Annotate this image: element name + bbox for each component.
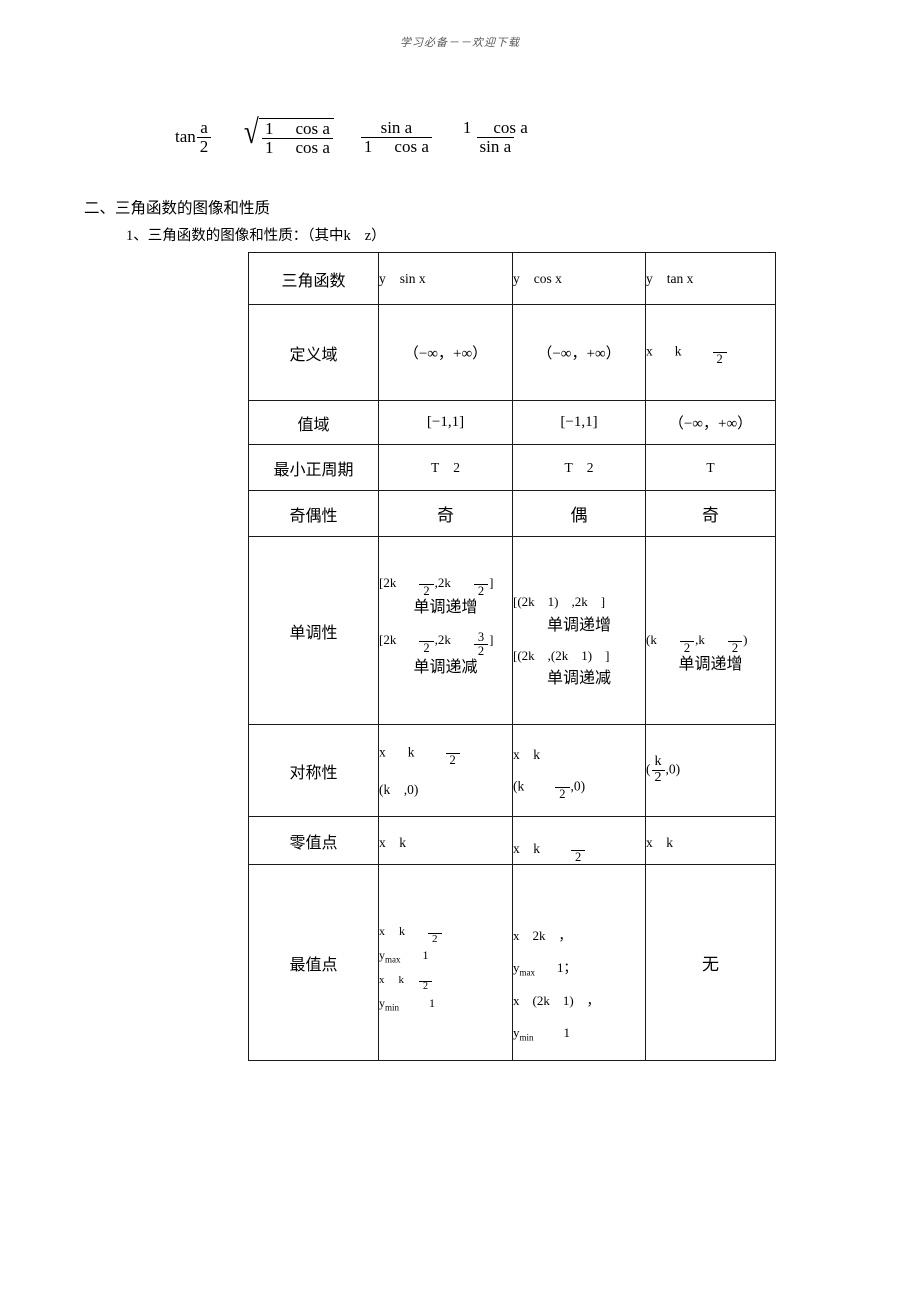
third-denominator: sin a: [476, 136, 515, 156]
extrema-sin-max-x: xk2: [380, 919, 512, 944]
sin-decreasing-label: 单调递减: [413, 659, 478, 677]
table-row-parity: 奇偶性 奇 偶 奇: [248, 490, 776, 537]
tan-increasing-label: 单调递增: [678, 656, 743, 674]
third-numerator: 1 cos a: [462, 118, 528, 137]
extrema-cos-min-x: x (2k 1) ，: [513, 992, 600, 1008]
symmetry-sin-cell: xk2 (k ,0): [378, 724, 513, 817]
symmetry-tan-fraction: k2: [651, 755, 665, 785]
parity-sin-cell: 奇: [378, 490, 513, 537]
formula-third-fraction: 1 cos a sin a: [460, 119, 531, 156]
zeros-sin-cell: x k: [378, 816, 513, 865]
row-label-range: 值域: [248, 400, 379, 445]
header-tan-cell: y tan x: [645, 252, 776, 305]
half-angle-tangent-formula: tan a 2 √ 1 cos a 1 cos a sin a 1 cos a …: [175, 114, 532, 157]
extrema-sin-min-y: ymin 1: [379, 995, 436, 1012]
radical-sign-icon: √: [244, 114, 260, 151]
header-cos-cell: y cos x: [512, 252, 646, 305]
extrema-sin-min-x: xk2: [380, 969, 512, 991]
row-label-monotonicity: 单调性: [248, 536, 379, 725]
header-sin-cell: y sin x: [378, 252, 513, 305]
sin-increasing-label: 单调递增: [413, 599, 478, 617]
symmetry-tan-cell: (k 2,0): [645, 724, 776, 817]
subsection-heading-suffix: z）: [364, 228, 386, 244]
parity-cos-cell: 偶: [512, 490, 646, 537]
extrema-tan-cell: 无: [645, 864, 776, 1061]
symmetry-cos-center: (k 2,0): [513, 778, 586, 802]
radical-numerator: 1 cos a: [264, 119, 330, 138]
range-sin-cell: [−1,1]: [378, 400, 513, 445]
row-label-zeros: 零值点: [248, 816, 379, 865]
domain-tan-fraction: 2: [712, 345, 727, 366]
formula-lhs-denominator: 2: [196, 136, 212, 156]
section-heading: 二、三角函数的图像和性质: [84, 200, 271, 217]
table-row-period: 最小正周期 T2 T2 T: [248, 444, 776, 491]
period-cos-cell: T2: [512, 444, 646, 491]
cos-increasing-label: 单调递增: [546, 616, 611, 634]
row-label-domain: 定义域: [248, 304, 379, 401]
formula-tan-label: tan: [175, 127, 196, 147]
extrema-cos-max-y: ymax 1；: [513, 960, 577, 978]
period-sin-cell: T2: [378, 444, 513, 491]
monotonicity-sin-cell: [2k 2,2k 2] 单调递增 [2k 2,2k 3 2] 单调递减: [378, 536, 513, 725]
symmetry-sin-center: (k ,0): [379, 781, 419, 797]
table-row-symmetry: 对称性 xk2 (k ,0) x k (k 2,0) (k 2,0): [248, 724, 776, 817]
row-label-parity: 奇偶性: [248, 490, 379, 537]
symmetry-cos-axis: x k: [513, 747, 541, 763]
table-row-domain: 定义域 （−∞，+∞） （−∞，+∞） xk2: [248, 304, 776, 401]
second-denominator: 1 cos a: [360, 136, 432, 156]
sin-increasing-interval: [2k 2,2k 2]: [379, 574, 494, 598]
formula-lhs-fraction: a 2: [196, 118, 212, 156]
monotonicity-tan-cell: (k 2 ,k 2) 单调递增: [645, 536, 776, 725]
subsection-heading-text: 1、三角函数的图像和性质：（其中k: [126, 228, 351, 244]
table-row-monotonicity: 单调性 [2k 2,2k 2] 单调递增 [2k 2,2k 3 2] 单调递减 [(2k …: [248, 536, 776, 725]
second-numerator: sin a: [380, 118, 413, 137]
radical-inner-fraction: 1 cos a 1 cos a: [261, 119, 333, 157]
formula-lhs-numerator: a: [200, 118, 208, 137]
range-cos-cell: [−1,1]: [512, 400, 646, 445]
extrema-sin-max-y: ymax 1: [379, 948, 429, 965]
zeros-cos-cell: x k2: [512, 816, 646, 865]
radical-denominator: 1 cos a: [261, 137, 333, 157]
trig-properties-table: 三角函数 y sin x y cos x y tan x 定义域 （−∞，+∞） （−…: [248, 252, 776, 1061]
domain-sin-cell: （−∞，+∞）: [378, 304, 513, 401]
table-row-range: 值域 [−1,1] [−1,1] （−∞，+∞）: [248, 400, 776, 445]
tan-increasing-interval: (k 2 ,k 2): [646, 631, 748, 655]
row-label-extrema: 最值点: [248, 864, 379, 1061]
table-header-row: 三角函数 y sin x y cos x y tan x: [248, 252, 776, 305]
domain-tan-cell: xk2: [645, 304, 776, 401]
square-root-expression: √ 1 cos a 1 cos a: [242, 114, 334, 157]
table-row-extrema: 最值点 xk2 ymax 1 xk2 ymin 1 x 2k ， ymax 1；…: [248, 864, 776, 1061]
period-tan-cell: T: [645, 444, 776, 491]
monotonicity-cos-cell: [(2k 1) ,2k ] 单调递增 [(2k ,(2k 1) ] 单调递减: [512, 536, 646, 725]
header-label-cell: 三角函数: [248, 252, 379, 305]
parity-tan-cell: 奇: [645, 490, 776, 537]
symmetry-sin-axis: xk2: [380, 743, 512, 766]
extrema-sin-cell: xk2 ymax 1 xk2 ymin 1: [378, 864, 513, 1061]
subsection-heading: 1、三角函数的图像和性质：（其中k z）: [126, 224, 386, 245]
row-label-period: 最小正周期: [248, 444, 379, 491]
symmetry-cos-cell: x k (k 2,0): [512, 724, 646, 817]
domain-cos-cell: （−∞，+∞）: [512, 304, 646, 401]
table-row-zeros: 零值点 x k x k2 x k: [248, 816, 776, 865]
document-page: 学习必备－－欢迎下载 tan a 2 √ 1 cos a 1 cos a sin…: [0, 0, 920, 1302]
sin-decreasing-interval: [2k 2,2k 3 2]: [379, 630, 494, 658]
cos-decreasing-interval: [(2k ,(2k 1) ]: [513, 647, 610, 663]
running-header: 学习必备－－欢迎下载: [400, 36, 520, 49]
zeros-tan-cell: x k: [645, 816, 776, 865]
extrema-cos-max-x: x 2k ，: [513, 927, 572, 943]
row-label-symmetry: 对称性: [248, 724, 379, 817]
formula-second-fraction: sin a 1 cos a: [360, 118, 432, 156]
cos-increasing-interval: [(2k 1) ,2k ]: [513, 594, 606, 609]
cos-decreasing-label: 单调递减: [546, 670, 611, 687]
extrema-cos-min-y: ymin 1: [513, 1025, 571, 1043]
extrema-cos-cell: x 2k ， ymax 1； x (2k 1) ， ymin 1: [512, 864, 646, 1061]
range-tan-cell: （−∞，+∞）: [645, 400, 776, 445]
